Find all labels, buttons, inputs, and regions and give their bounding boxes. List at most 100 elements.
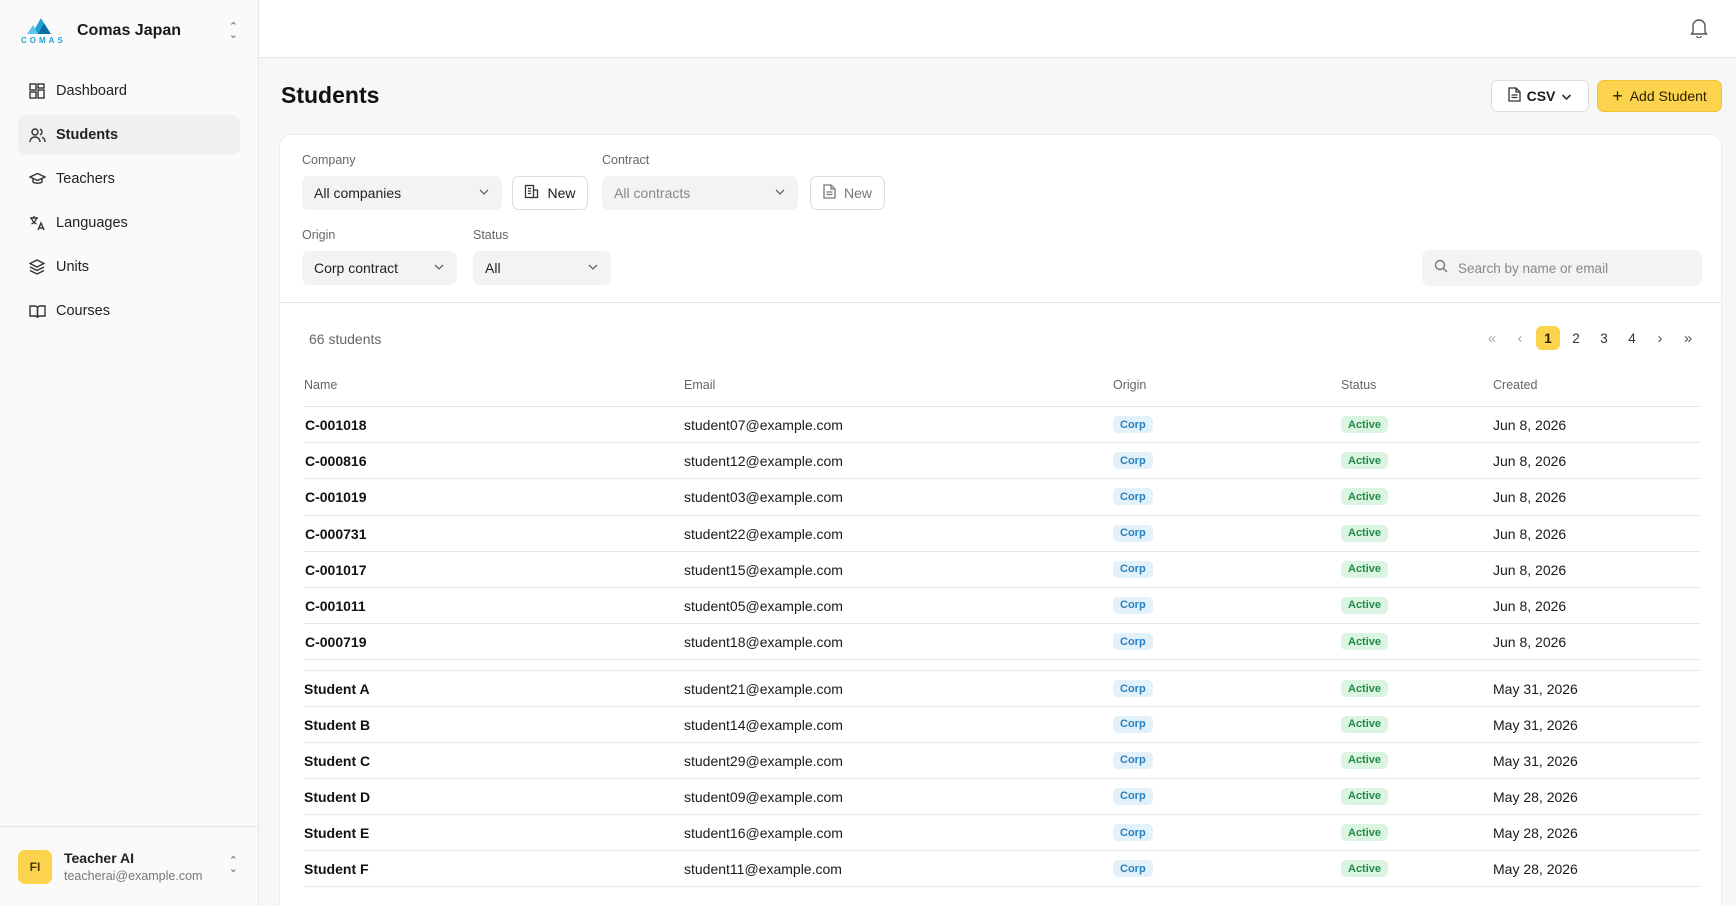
origin-badge: Corp — [1113, 860, 1153, 878]
dashboard-icon — [28, 82, 46, 100]
chevron-down-icon — [588, 264, 598, 270]
sidebar-item-label: Dashboard — [56, 83, 127, 99]
student-name[interactable]: C-001018 — [305, 417, 367, 433]
table-row[interactable]: C-001011 student05@example.com Corp Active J… — [304, 588, 1700, 625]
csv-export-button[interactable]: CSV — [1491, 80, 1589, 112]
page-button[interactable]: 2 — [1564, 326, 1588, 350]
table-row[interactable]: Student D student09@example.com Corp Active… — [304, 779, 1700, 816]
status-badge: Active — [1341, 452, 1389, 470]
page-button[interactable]: 4 — [1620, 326, 1644, 350]
status-badge: Active — [1341, 416, 1389, 433]
sidebar-item-languages[interactable]: Languages — [18, 203, 240, 243]
page-button[interactable]: 3 — [1592, 326, 1616, 350]
search-icon — [1434, 259, 1448, 278]
status-filter-label: Status — [473, 228, 509, 242]
origin-badge: Corp — [1113, 715, 1153, 733]
divider — [280, 302, 1721, 303]
student-name[interactable]: Student C — [304, 753, 370, 769]
table-row[interactable]: Student F student11@example.com Corp Active… — [304, 851, 1700, 888]
origin-badge: Corp — [1113, 680, 1153, 698]
page-button[interactable]: 1 — [1536, 326, 1560, 350]
new-contract-button[interactable]: New — [810, 176, 885, 210]
status-select[interactable]: All — [473, 251, 611, 285]
table-row[interactable]: C-001017 student15@example.com Corp Active J… — [304, 552, 1700, 588]
company-select[interactable]: All companies — [302, 176, 502, 210]
column-header-status[interactable]: Status — [1341, 378, 1376, 392]
contract-filter-label: Contract — [602, 153, 650, 167]
sidebar-item-units[interactable]: Units — [18, 247, 240, 287]
student-name[interactable]: C-001019 — [305, 489, 367, 505]
student-name[interactable]: C-000816 — [305, 453, 367, 469]
student-email: student03@example.com — [684, 489, 843, 506]
column-header-created[interactable]: Created — [1493, 378, 1537, 392]
table-row[interactable]: Student E student16@example.com Corp Active… — [304, 815, 1700, 852]
table-row[interactable]: Student A student21@example.com Corp Active… — [304, 670, 1700, 707]
table-row[interactable]: C-000719 student18@example.com Corp Active J… — [304, 624, 1700, 661]
chevron-down-icon — [775, 189, 785, 195]
next-page-icon[interactable]: › — [1648, 326, 1672, 350]
sidebar-item-dashboard[interactable]: Dashboard — [18, 71, 240, 111]
origin-badge: Corp — [1113, 751, 1153, 769]
table-row[interactable]: C-000816 student12@example.com Corp Active J… — [304, 443, 1700, 480]
table-row[interactable]: Student B student14@example.com Corp Active… — [304, 707, 1700, 743]
student-email: student29@example.com — [684, 752, 843, 769]
student-name[interactable]: Student D — [304, 789, 370, 805]
sidebar-nav: Dashboard Students Teachers Languages Un… — [18, 71, 240, 335]
building-icon — [524, 184, 539, 202]
user-menu[interactable]: FI Teacher AI teacherai@example.com ⌃ ⌄ — [0, 826, 258, 906]
student-name[interactable]: Student F — [304, 861, 369, 877]
student-name[interactable]: C-000719 — [305, 634, 367, 650]
students-card: Company All companies New Contract All c… — [279, 134, 1722, 906]
origin-badge: Corp — [1113, 488, 1153, 506]
chevron-up-down-icon[interactable]: ⌃ ⌄ — [229, 856, 238, 875]
table-row[interactable]: Student C student29@example.com Corp Active… — [304, 743, 1700, 779]
brand-switcher[interactable]: COMAS Comas Japan ⌃ ⌄ — [18, 14, 242, 48]
student-email: student16@example.com — [684, 825, 843, 842]
chevron-down-icon — [434, 264, 444, 270]
add-student-button[interactable]: + Add Student — [1597, 80, 1722, 112]
new-company-button[interactable]: New — [512, 176, 588, 210]
sidebar-item-courses[interactable]: Courses — [18, 291, 240, 331]
student-name[interactable]: Student B — [304, 717, 370, 733]
chevron-up-down-icon[interactable]: ⌃ ⌄ — [229, 22, 238, 41]
student-name[interactable]: Student E — [304, 825, 369, 841]
created-date: May 31, 2026 — [1493, 716, 1578, 733]
student-email: student11@example.com — [684, 861, 842, 878]
student-name[interactable]: C-001011 — [305, 598, 366, 614]
created-date: Jun 8, 2026 — [1493, 453, 1567, 470]
contract-select[interactable]: All contracts — [602, 176, 798, 210]
table-header: Name Email Origin Status Created — [304, 367, 1700, 407]
page-title: Students — [281, 82, 380, 108]
last-page-icon[interactable]: » — [1676, 326, 1700, 350]
search-input[interactable] — [1458, 260, 1688, 276]
sidebar-item-students[interactable]: Students — [18, 115, 240, 155]
status-badge: Active — [1341, 860, 1389, 878]
column-header-name[interactable]: Name — [304, 378, 337, 392]
bell-icon[interactable] — [1690, 18, 1710, 39]
chevron-down-icon — [479, 189, 489, 195]
student-name[interactable]: Student A — [304, 681, 370, 697]
student-email: student12@example.com — [684, 453, 843, 470]
student-email: student15@example.com — [684, 561, 843, 578]
table-row[interactable]: C-001018 student07@example.com Corp Active J… — [304, 407, 1700, 444]
origin-select[interactable]: Corp contract — [302, 251, 457, 285]
origin-badge: Corp — [1113, 633, 1153, 651]
created-date: May 31, 2026 — [1493, 752, 1578, 769]
sidebar-item-teachers[interactable]: Teachers — [18, 159, 240, 199]
column-header-email[interactable]: Email — [684, 378, 715, 392]
student-email: student14@example.com — [684, 716, 843, 733]
student-name[interactable]: C-000731 — [305, 526, 367, 542]
created-date: May 28, 2026 — [1493, 825, 1578, 842]
created-date: May 31, 2026 — [1493, 681, 1578, 698]
table-row[interactable]: C-001019 student03@example.com Corp Active J… — [304, 479, 1700, 516]
table-body: C-001018 student07@example.com Corp Active J… — [304, 407, 1700, 888]
user-name: Teacher AI — [64, 850, 135, 866]
column-header-origin[interactable]: Origin — [1113, 378, 1146, 392]
student-email: student21@example.com — [684, 681, 843, 698]
prev-page-icon[interactable]: ‹ — [1508, 326, 1532, 350]
student-name[interactable]: C-001017 — [305, 562, 367, 578]
student-email: student05@example.com — [684, 597, 843, 614]
table-row[interactable]: C-000731 student22@example.com Corp Active J… — [304, 516, 1700, 552]
company-filter-label: Company — [302, 153, 356, 167]
first-page-icon[interactable]: « — [1480, 326, 1504, 350]
